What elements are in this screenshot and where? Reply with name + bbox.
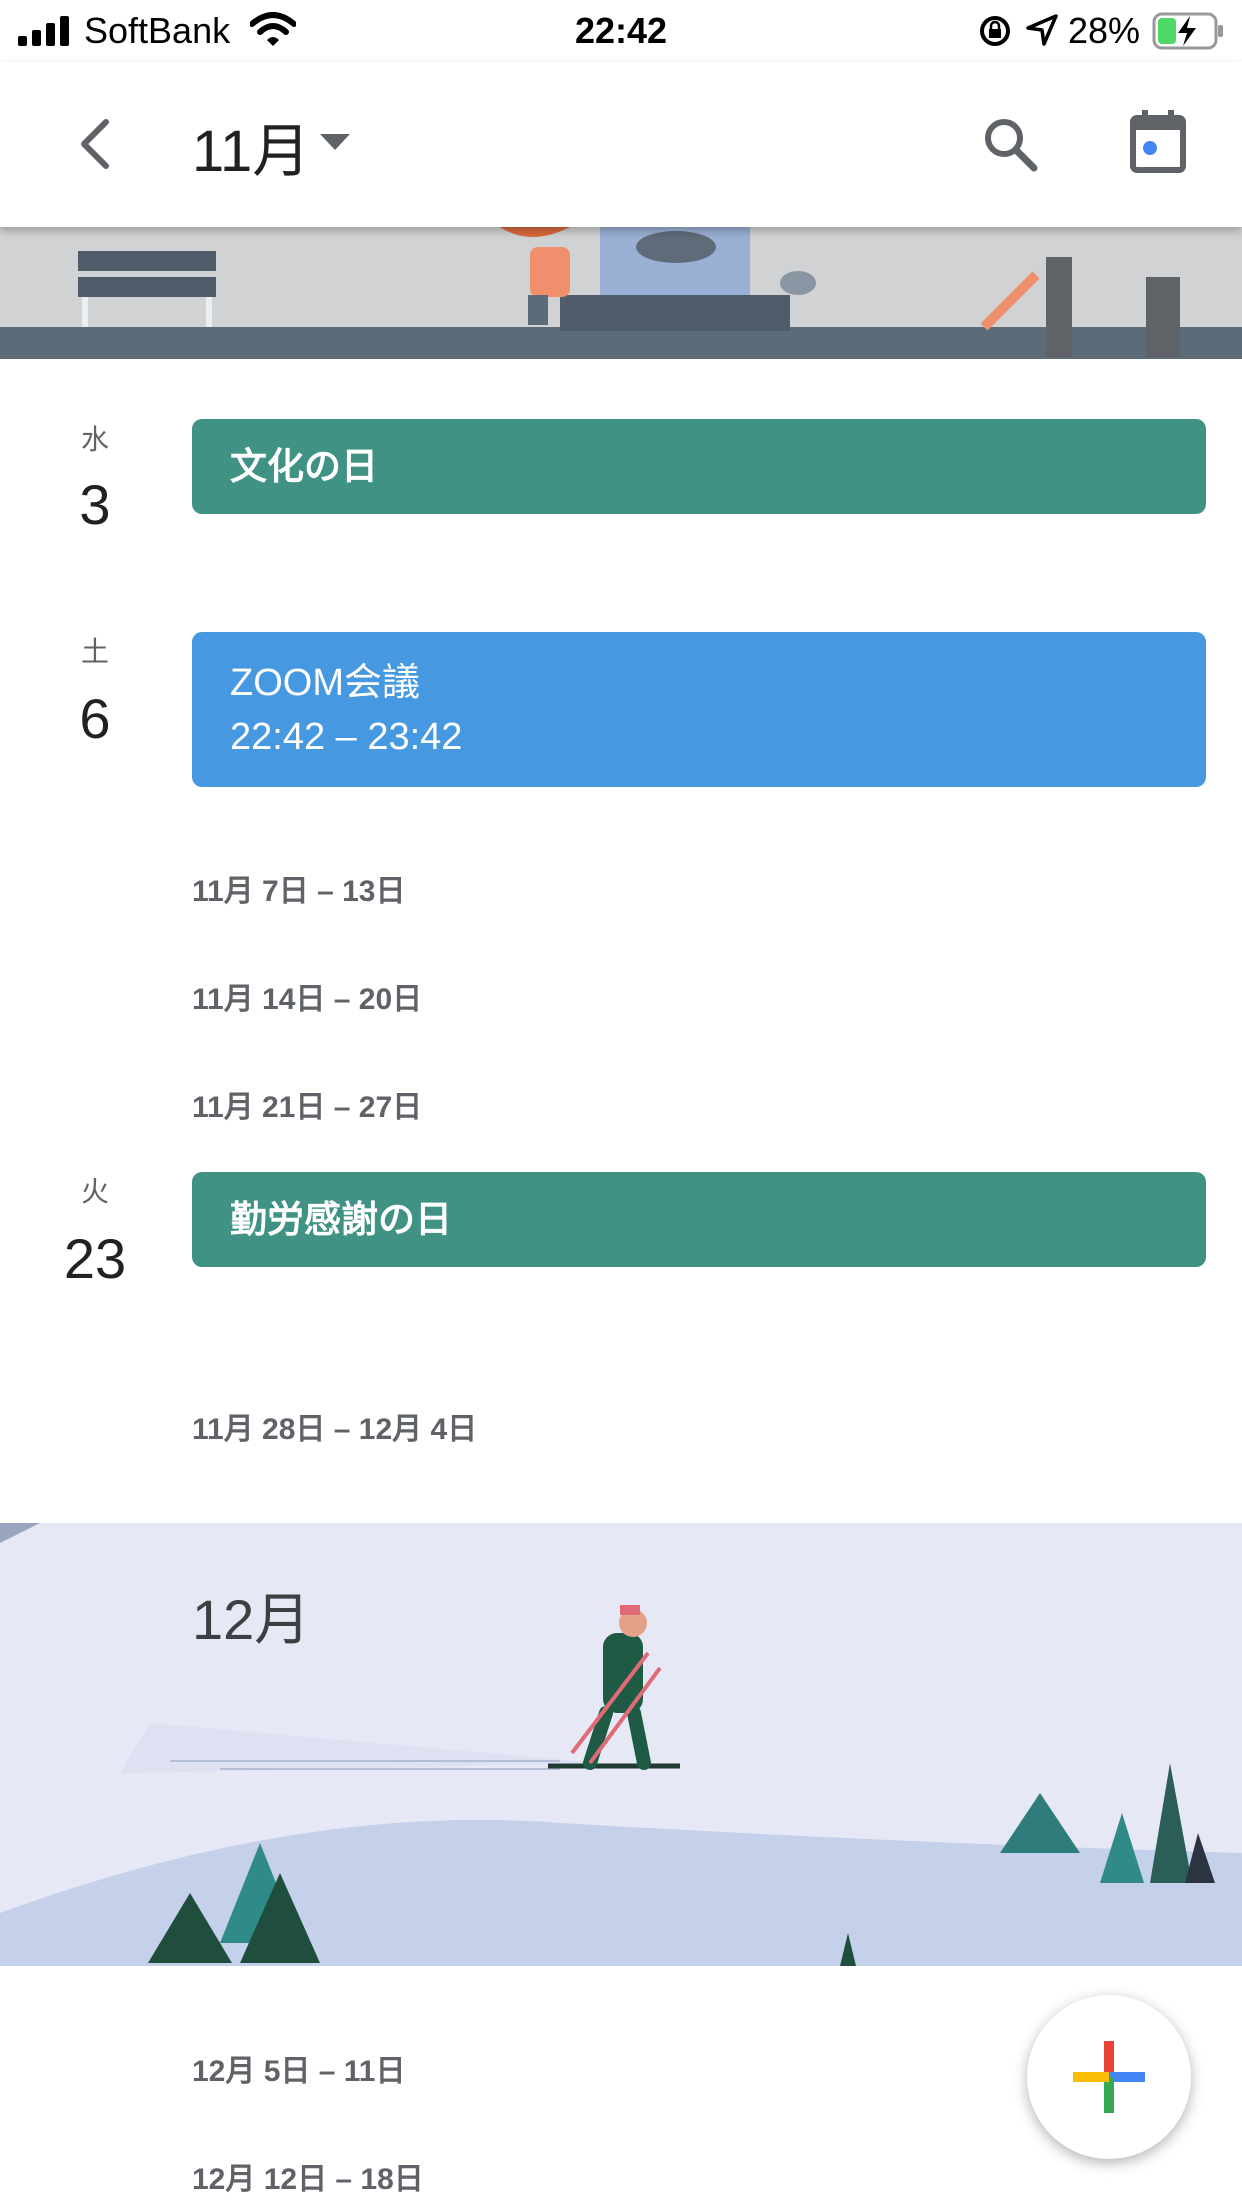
create-event-button[interactable] — [1027, 1995, 1191, 2159]
event-title: ZOOM会議 — [230, 662, 420, 704]
week-range[interactable]: 11月 28日 – 12月 4日 — [192, 1404, 477, 1448]
event-card-meeting[interactable]: ZOOM会議 22:42 – 23:42 — [192, 632, 1206, 787]
weekday-label: 土 — [80, 636, 109, 667]
add-icon — [1073, 2041, 1145, 2113]
back-arrow-icon[interactable] — [74, 116, 118, 172]
month-section-title: 12月 — [192, 1588, 311, 1651]
month-selector[interactable]: 11月 — [192, 102, 372, 184]
event-time: 22:42 – 23:42 — [230, 716, 463, 758]
dropdown-arrow-icon — [320, 134, 350, 150]
battery-charging-icon — [1152, 12, 1223, 50]
day-number: 3 — [79, 473, 111, 536]
event-title: 勤労感謝の日 — [230, 1199, 452, 1240]
location-arrow-icon — [1026, 14, 1058, 46]
month-title: 11月 — [192, 119, 311, 184]
week-range[interactable]: 11月 21日 – 27日 — [192, 1082, 422, 1126]
status-bar: SoftBank 22:42 28% — [0, 0, 1242, 62]
weekday-label: 水 — [80, 424, 109, 455]
weekday-label: 火 — [80, 1176, 109, 1207]
app-header: 11月 — [0, 62, 1242, 227]
week-range[interactable]: 11月 14日 – 20日 — [192, 974, 422, 1018]
event-title: 文化の日 — [230, 446, 378, 487]
today-calendar-icon[interactable] — [1128, 108, 1188, 174]
event-card-holiday[interactable]: 勤労感謝の日 — [192, 1172, 1206, 1267]
lock-rotation-icon — [980, 16, 1010, 46]
week-range[interactable]: 12月 5日 – 11日 — [192, 2046, 405, 2090]
december-banner-illustration — [0, 1523, 1242, 1966]
event-card-holiday[interactable]: 文化の日 — [192, 419, 1206, 514]
day-number: 6 — [79, 687, 111, 750]
search-icon[interactable] — [982, 116, 1040, 174]
day-number: 23 — [63, 1227, 127, 1290]
battery-percent: 28% — [1068, 10, 1141, 51]
week-range[interactable]: 11月 7日 – 13日 — [192, 866, 405, 910]
november-banner-illustration — [0, 227, 1242, 359]
december-banner: 12月 — [0, 1523, 1242, 1966]
week-range[interactable]: 12月 12日 – 18日 — [192, 2154, 424, 2198]
